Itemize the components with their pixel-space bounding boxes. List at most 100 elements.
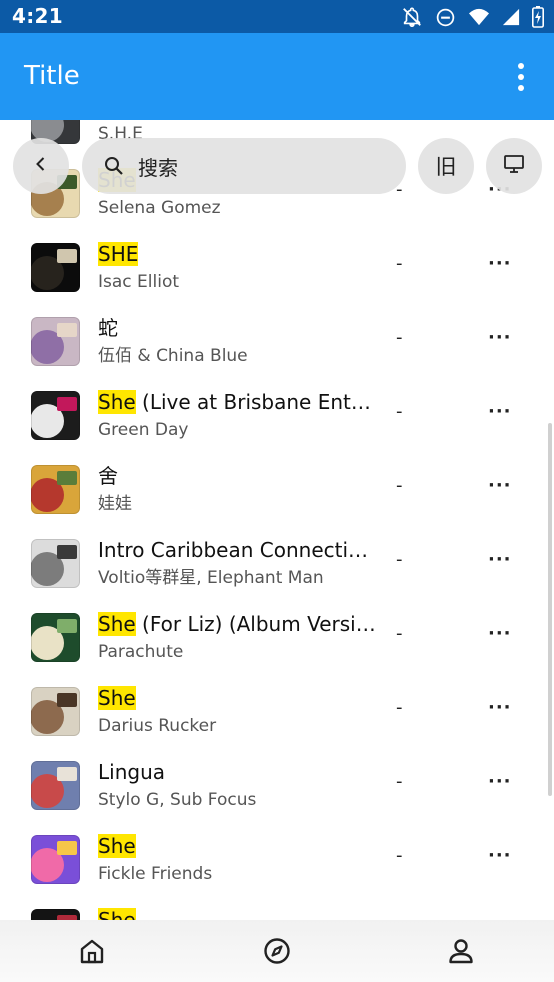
search-toolbar: 搜索 旧	[0, 137, 554, 195]
status-bar: 4:21	[0, 0, 554, 33]
search-match: She	[98, 612, 136, 636]
search-match: She	[98, 390, 136, 414]
song-row[interactable]: She Darius Rucker - ···	[0, 675, 554, 749]
more-options-button[interactable]: ···	[488, 845, 512, 866]
more-vert-icon[interactable]	[516, 63, 526, 91]
song-list-viewport[interactable]: S.H.ESheSelena Gomez-···SHEIsac Elliot-·…	[0, 120, 554, 920]
song-row[interactable]: Intro Caribbean Connecti… Voltio等群星, Elep…	[0, 527, 554, 601]
song-title: She	[98, 833, 378, 859]
song-title-rest: 舍	[98, 464, 118, 488]
nav-home[interactable]	[77, 938, 107, 968]
song-title-rest: Lingua	[98, 760, 166, 784]
song-row[interactable]: She (Live at Brisbane Ent… Green Day - ···	[0, 379, 554, 453]
song-title: She	[98, 685, 378, 711]
status-icons	[401, 6, 544, 28]
cellular-signal-icon	[502, 8, 520, 26]
old-button[interactable]: 旧	[418, 138, 474, 194]
song-duration: -	[396, 623, 403, 644]
song-artist: Selena Gomez	[98, 198, 221, 218]
song-title: 蛇	[98, 315, 378, 341]
more-options-button[interactable]: ···	[488, 401, 512, 422]
more-options-button[interactable]: ···	[488, 253, 512, 274]
song-row[interactable]: 舍娃娃 - ···	[0, 453, 554, 527]
song-artist: 娃娃	[98, 494, 132, 514]
song-duration: -	[396, 549, 403, 570]
search-query: 搜索	[138, 156, 178, 180]
song-duration: -	[396, 253, 403, 274]
song-title-rest: (Live at Brisbane Ent…	[135, 390, 371, 414]
song-artist: Isac Elliot	[98, 272, 180, 292]
app-bar: Title	[0, 33, 554, 120]
search-match: She	[98, 908, 136, 920]
album-cover	[31, 243, 80, 292]
album-cover	[31, 909, 80, 920]
song-duration: -	[396, 845, 403, 866]
album-cover	[31, 761, 80, 810]
profile-icon	[447, 937, 475, 969]
album-cover	[31, 539, 80, 588]
song-duration: -	[396, 401, 403, 422]
song-title: She (Live at Brisbane Ent…	[98, 389, 378, 415]
album-cover	[31, 465, 80, 514]
song-artist: Stylo G, Sub Focus	[98, 790, 257, 810]
search-icon	[104, 156, 124, 180]
song-duration: -	[396, 475, 403, 496]
song-artist: Darius Rucker	[98, 716, 217, 736]
song-artist: Fickle Friends	[98, 864, 213, 884]
song-title: Intro Caribbean Connecti…	[98, 537, 378, 563]
song-title: She (For Liz) (Album Versi…	[98, 611, 378, 637]
album-cover	[31, 613, 80, 662]
song-title: Lingua	[98, 759, 378, 785]
monitor-icon	[503, 154, 525, 179]
song-title-rest: (For Liz) (Album Versi…	[135, 612, 376, 636]
do-not-disturb-icon	[435, 7, 456, 28]
album-cover	[31, 835, 80, 884]
search-input[interactable]: 搜索	[82, 138, 406, 194]
song-title: 舍	[98, 463, 378, 489]
search-match: She	[98, 686, 136, 710]
battery-charging-icon	[532, 6, 544, 28]
song-artist: 伍佰 & China Blue	[98, 346, 248, 366]
song-list: S.H.ESheSelena Gomez-···SHEIsac Elliot-·…	[0, 120, 554, 920]
page-title: Title	[24, 61, 80, 91]
song-artist: Voltio等群星, Elephant Man	[98, 568, 324, 588]
song-duration: -	[396, 327, 403, 348]
song-row[interactable]: She-···	[0, 897, 554, 920]
song-title-rest: Intro Caribbean Connecti…	[98, 538, 369, 562]
song-artist: Parachute	[98, 642, 184, 662]
search-match: SHE	[98, 242, 139, 266]
more-options-button[interactable]: ···	[488, 475, 512, 496]
home-icon	[78, 937, 106, 969]
nav-profile[interactable]	[446, 938, 476, 968]
song-row[interactable]: Lingua Stylo G, Sub Focus - ···	[0, 749, 554, 823]
nav-explore[interactable]	[262, 938, 292, 968]
album-cover	[31, 317, 80, 366]
song-duration: -	[396, 697, 403, 718]
search-match: She	[98, 834, 136, 858]
song-title: She	[98, 907, 378, 920]
album-cover	[31, 687, 80, 736]
scrollbar[interactable]	[548, 423, 552, 796]
song-artist: Green Day	[98, 420, 189, 440]
more-options-button[interactable]: ···	[488, 771, 512, 792]
more-options-button[interactable]: ···	[488, 623, 512, 644]
status-time: 4:21	[12, 4, 63, 28]
chevron-left-icon	[33, 156, 49, 176]
song-row[interactable]: She (For Liz) (Album Versi… Parachute - ···	[0, 601, 554, 675]
song-title: SHE	[98, 241, 378, 267]
screen-button[interactable]	[486, 138, 542, 194]
bottom-nav	[0, 920, 554, 982]
more-options-button[interactable]: ···	[488, 697, 512, 718]
more-options-button[interactable]: ···	[488, 327, 512, 348]
back-button[interactable]	[13, 138, 69, 194]
song-row[interactable]: She Fickle Friends - ···	[0, 823, 554, 897]
wifi-icon	[468, 7, 490, 27]
more-options-button[interactable]: ···	[488, 549, 512, 570]
explore-icon	[263, 937, 291, 969]
song-row[interactable]: 蛇伍佰 & China Blue - ···	[0, 305, 554, 379]
song-duration: -	[396, 771, 403, 792]
song-title-rest: 蛇	[98, 316, 118, 340]
album-cover	[31, 391, 80, 440]
notifications-off-icon	[401, 6, 423, 28]
song-row[interactable]: SHE Isac Elliot - ···	[0, 231, 554, 305]
